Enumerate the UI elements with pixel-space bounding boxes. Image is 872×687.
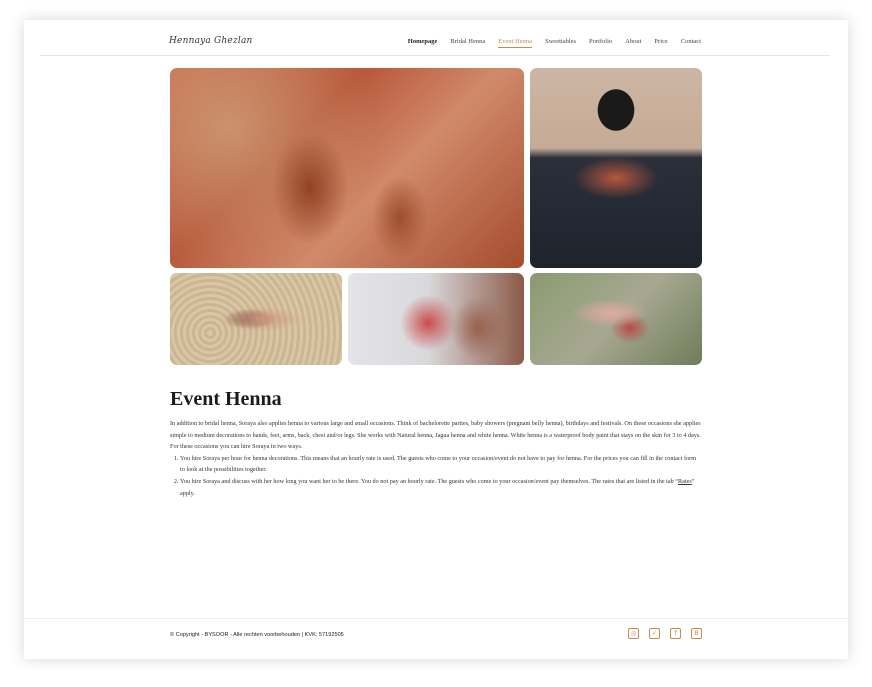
nav-homepage[interactable]: Homepage xyxy=(408,38,438,45)
twitter-icon[interactable]: ✓ xyxy=(649,628,660,639)
nav-about[interactable]: About xyxy=(625,38,641,45)
main-nav: Homepage Bridal Henna Event Henna Sweett… xyxy=(408,38,701,48)
list-item: You hire Soraya per hour for henna decor… xyxy=(180,453,702,476)
content-body: In addition to bridal henna, Soraya also… xyxy=(170,418,702,499)
gallery-image-bride-hands[interactable] xyxy=(170,68,524,268)
header-divider xyxy=(40,55,830,56)
nav-event-henna[interactable]: Event Henna xyxy=(498,38,532,48)
nav-contact[interactable]: Contact xyxy=(681,38,701,45)
nav-price[interactable]: Price xyxy=(654,38,667,45)
gallery-image-henna-hand-closeup[interactable] xyxy=(348,273,524,365)
intro-paragraph: In addition to bridal henna, Soraya also… xyxy=(170,420,701,439)
gallery-image-hand-on-rattan[interactable] xyxy=(170,273,342,365)
nav-sweettables[interactable]: Sweettables xyxy=(545,38,576,45)
page-frame: Hennaya Ghezlan Homepage Bridal Henna Ev… xyxy=(24,20,848,659)
nav-bridal-henna[interactable]: Bridal Henna xyxy=(450,38,485,45)
site-header: Hennaya Ghezlan Homepage Bridal Henna Ev… xyxy=(24,20,848,56)
list-item: You hire Soraya and discuss with her how… xyxy=(180,476,702,499)
page-title: Event Henna xyxy=(170,388,282,410)
social-links: ◎ ✓ f B xyxy=(628,628,702,639)
rates-link[interactable]: Rates xyxy=(678,478,692,485)
site-logo[interactable]: Hennaya Ghezlan xyxy=(169,36,253,46)
copyright-text: © Copyright - BYSOOR - Alle rechten voor… xyxy=(170,632,344,638)
gallery-image-hand-outdoors[interactable] xyxy=(530,273,702,365)
nav-portfolio[interactable]: Portfolio xyxy=(589,38,612,45)
blog-icon[interactable]: B xyxy=(691,628,702,639)
footer-divider xyxy=(24,618,848,619)
ways-intro: For these occasions you can hire Soraya … xyxy=(170,443,303,451)
way2-text: You hire Soraya and discuss with her how… xyxy=(180,477,678,485)
hire-options-list: You hire Soraya per hour for henna decor… xyxy=(170,453,702,499)
instagram-icon[interactable]: ◎ xyxy=(628,628,639,639)
facebook-icon[interactable]: f xyxy=(670,628,681,639)
gallery-image-groom-embrace[interactable] xyxy=(530,68,702,268)
